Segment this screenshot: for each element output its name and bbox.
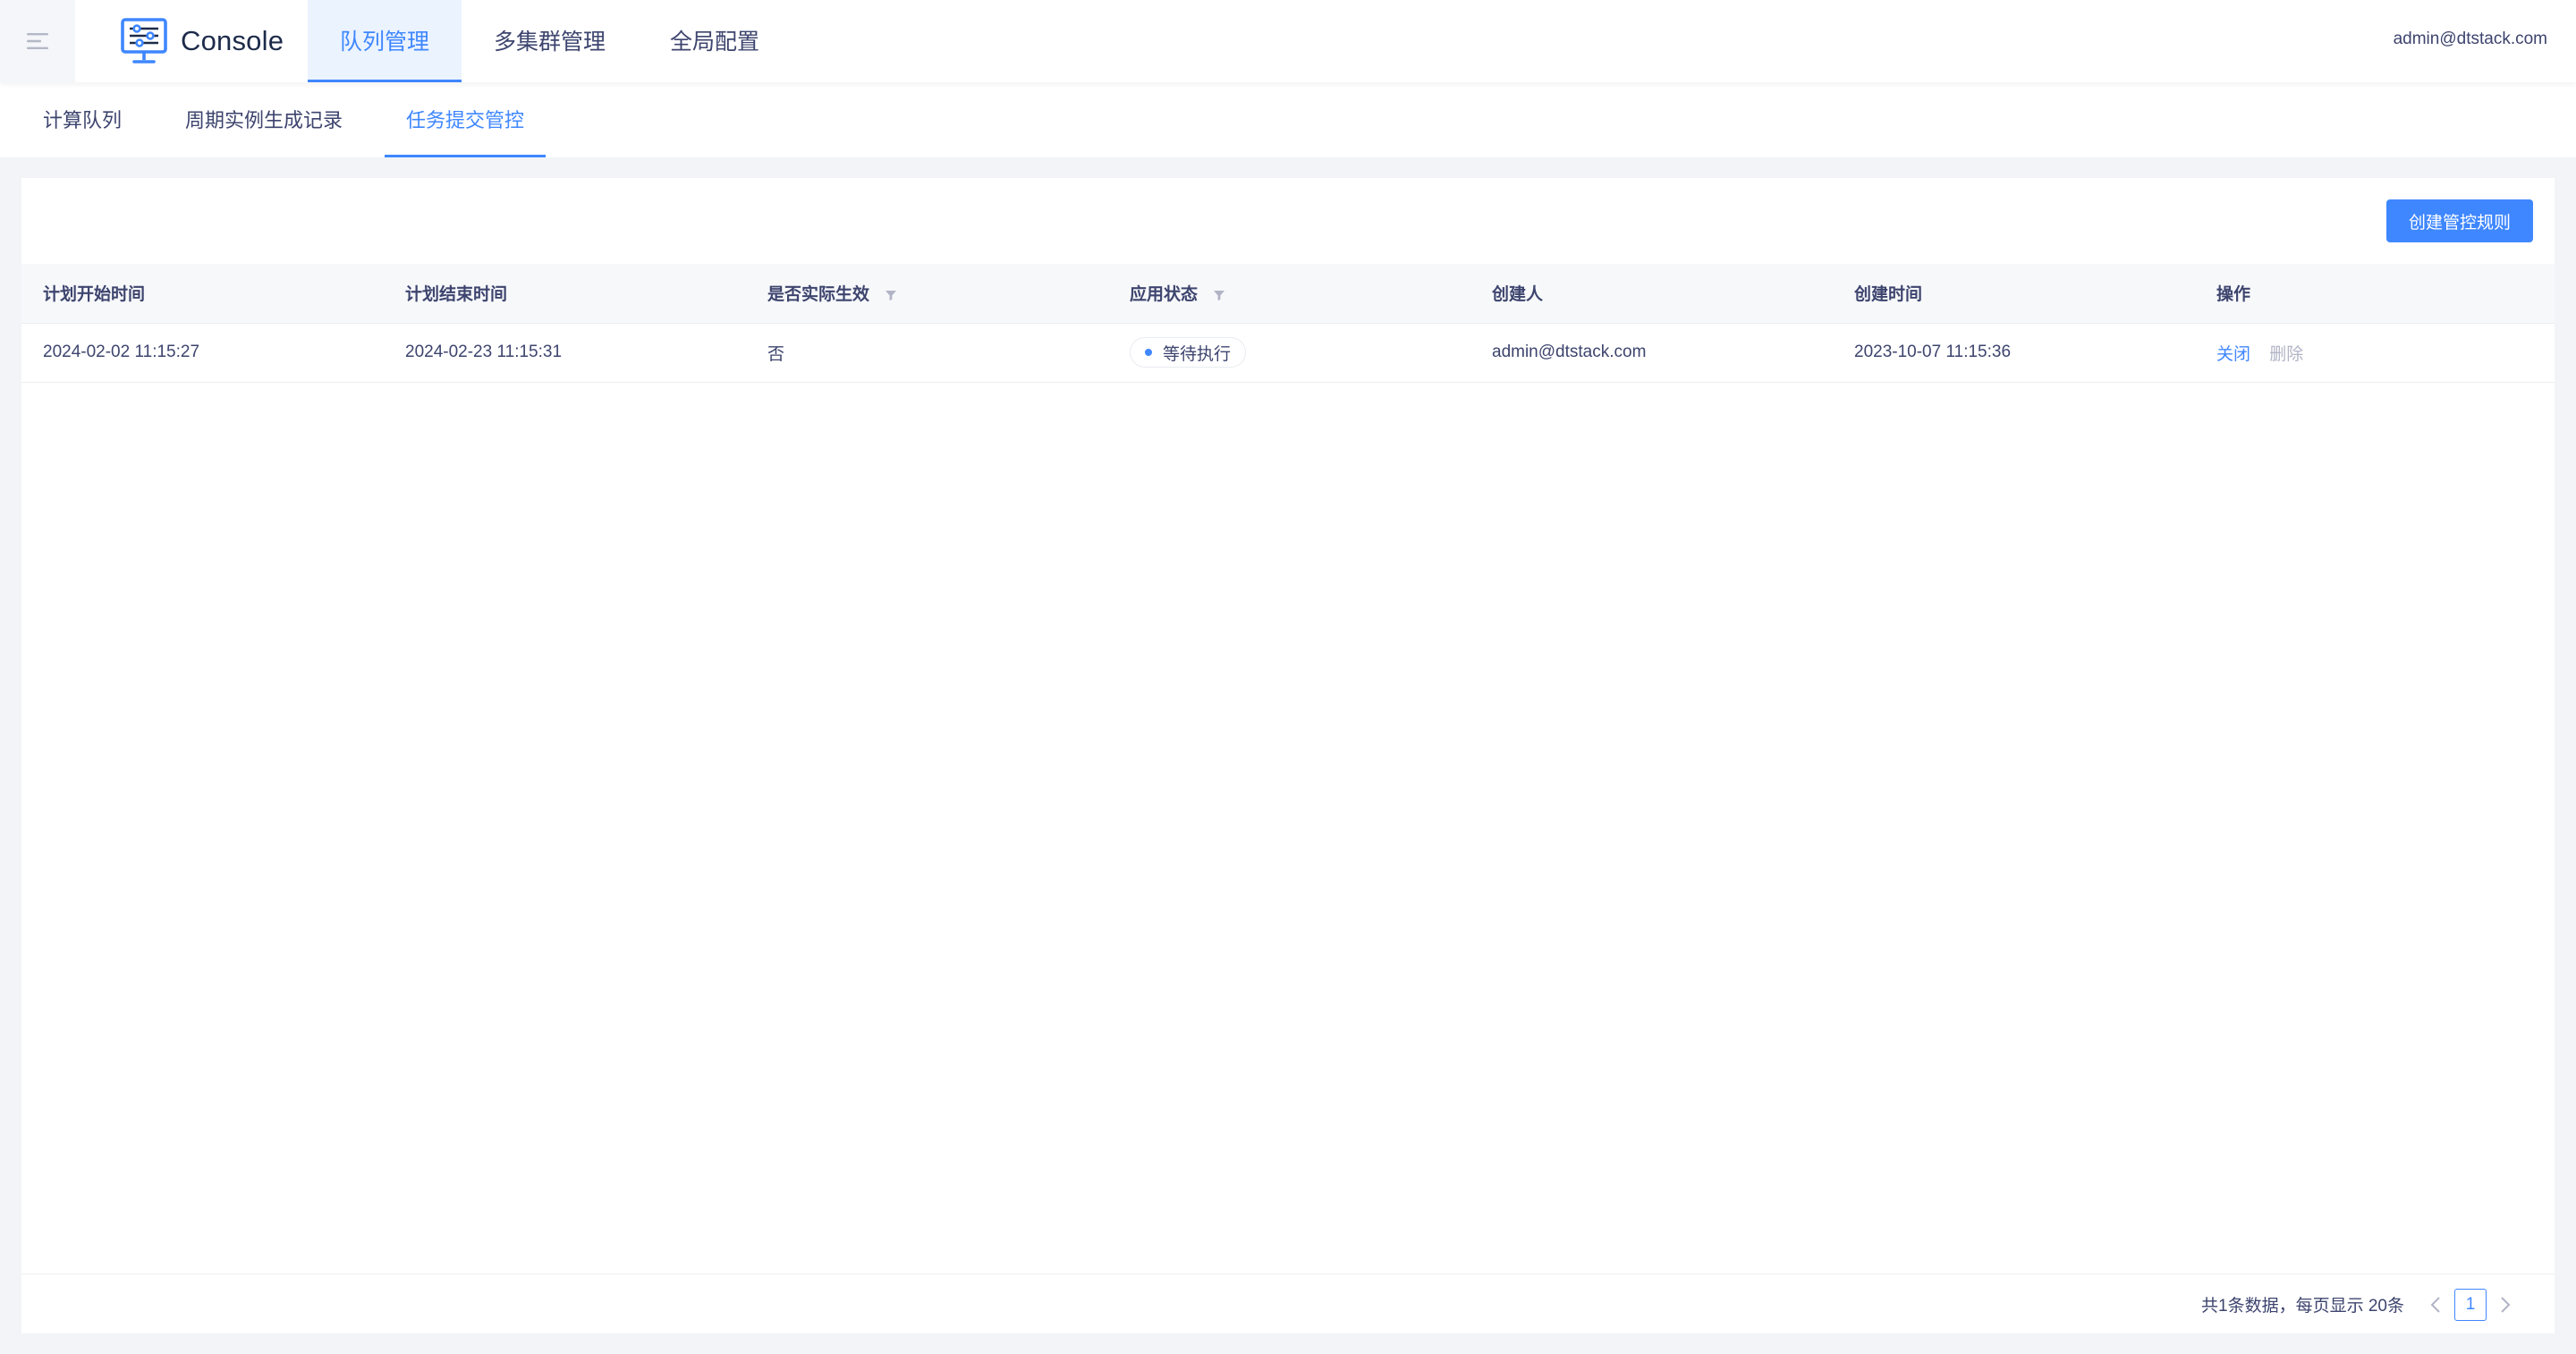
top-header: Console 队列管理 多集群管理 全局配置 admin@dtstack.co… (0, 0, 2576, 82)
column-header-end-time: 计划结束时间 (384, 264, 746, 324)
monitor-settings-icon (121, 18, 167, 63)
user-account[interactable]: admin@dtstack.com (2394, 0, 2547, 79)
filter-icon[interactable] (885, 289, 897, 301)
close-rule-link[interactable]: 关闭 (2216, 345, 2250, 364)
nav-global-config[interactable]: 全局配置 (638, 0, 792, 82)
cell-created-time: 2023-10-07 11:15:36 (1833, 323, 2195, 383)
column-header-creator: 创建人 (1470, 264, 1833, 324)
column-header-label: 计划结束时间 (405, 285, 508, 305)
status-badge: 等待执行 (1130, 337, 1247, 368)
filter-icon[interactable] (1213, 289, 1225, 301)
tab-compute-queue[interactable]: 计算队列 (21, 82, 143, 157)
column-header-actions: 操作 (2195, 264, 2555, 324)
menu-toggle-button[interactable] (0, 0, 75, 82)
pagination-bar: 共1条数据，每页显示 20条 1 (21, 1274, 2555, 1333)
pagination-summary: 共1条数据，每页显示 20条 (2201, 1297, 2404, 1316)
nav-queue-management[interactable]: 队列管理 (308, 0, 462, 82)
column-header-label: 计划开始时间 (43, 285, 146, 305)
column-header-created-time: 创建时间 (1833, 264, 2195, 324)
sub-tabs: 计算队列 周期实例生成记录 任务提交管控 (0, 82, 2576, 157)
chevron-right-icon (2501, 1296, 2511, 1313)
column-header-start-time: 计划开始时间 (21, 264, 384, 324)
column-header-label: 创建人 (1492, 285, 1544, 305)
status-dot-icon (1145, 349, 1152, 356)
tab-cycle-instance-records[interactable]: 周期实例生成记录 (164, 82, 364, 157)
page-number-button[interactable]: 1 (2454, 1288, 2487, 1321)
pagination: 共1条数据，每页显示 20条 1 (2201, 1274, 2519, 1334)
delete-rule-link: 删除 (2269, 344, 2304, 364)
chevron-left-icon (2430, 1296, 2440, 1313)
content-card: 创建管控规则 计划开始时间 计划结束时间 是否实际生效 应用状态 创建人 创建时… (21, 178, 2555, 1333)
table-header-row: 计划开始时间 计划结束时间 是否实际生效 应用状态 创建人 创建时间 操作 (21, 264, 2555, 324)
rules-table: 计划开始时间 计划结束时间 是否实际生效 应用状态 创建人 创建时间 操作 20… (21, 264, 2555, 383)
cell-effective: 否 (746, 323, 1108, 383)
prev-page-button[interactable] (2422, 1289, 2449, 1321)
cell-actions: 关闭 删除 (2195, 323, 2555, 383)
logo-text: Console (181, 25, 284, 56)
tab-task-submit-control[interactable]: 任务提交管控 (385, 82, 547, 157)
cell-status: 等待执行 (1108, 323, 1470, 383)
column-header-label: 操作 (2216, 285, 2251, 305)
column-header-label: 是否实际生效 (767, 285, 870, 305)
status-text: 等待执行 (1163, 344, 1232, 364)
column-header-effective: 是否实际生效 (746, 264, 1108, 324)
cell-end-time: 2024-02-23 11:15:31 (384, 323, 746, 383)
column-header-label: 应用状态 (1130, 285, 1199, 305)
cell-creator: admin@dtstack.com (1470, 323, 1833, 383)
logo[interactable]: Console (120, 14, 284, 68)
top-nav: 队列管理 多集群管理 全局配置 (308, 0, 792, 82)
menu-fold-icon (27, 33, 48, 49)
column-header-label: 创建时间 (1854, 285, 1923, 305)
table-row: 2024-02-02 11:15:27 2024-02-23 11:15:31 … (21, 323, 2555, 383)
cell-start-time: 2024-02-02 11:15:27 (21, 323, 384, 383)
nav-multi-cluster-management[interactable]: 多集群管理 (462, 0, 638, 82)
create-rule-button[interactable]: 创建管控规则 (2385, 199, 2533, 242)
column-header-status: 应用状态 (1108, 264, 1470, 324)
next-page-button[interactable] (2492, 1289, 2519, 1321)
